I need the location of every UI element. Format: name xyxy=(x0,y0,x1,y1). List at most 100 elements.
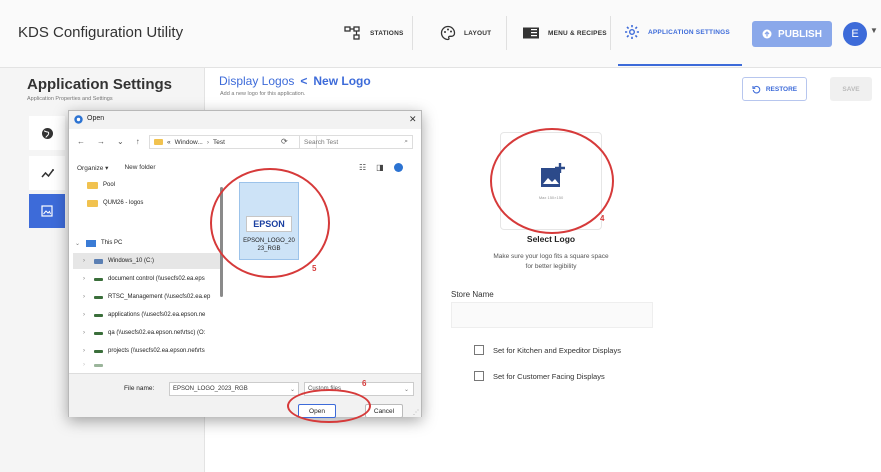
help-icon[interactable] xyxy=(393,163,403,172)
globe-icon xyxy=(41,127,53,139)
preview-pane-icon[interactable]: ◨ xyxy=(376,163,384,172)
nav-application-settings[interactable]: APPLICATION SETTINGS xyxy=(618,0,742,66)
expand-caret-icon: › xyxy=(83,258,85,264)
tree-item-qum26[interactable]: QUM26 - logos xyxy=(87,195,225,211)
path-chevron: › xyxy=(206,138,209,146)
folder-icon xyxy=(87,199,98,207)
file-name-field-label: File name: xyxy=(124,385,155,392)
annotation-number: 4 xyxy=(600,214,605,223)
up-arrow-icon[interactable]: ↑ xyxy=(136,137,140,146)
select-logo-heading: Select Logo xyxy=(526,234,576,244)
file-name-value: EPSON_LOGO_2023_RGB xyxy=(173,386,248,392)
chrome-icon xyxy=(74,115,83,124)
breadcrumb-separator: < xyxy=(300,74,308,88)
sidebar-tab-analytics[interactable] xyxy=(29,156,65,190)
network-drive-icon xyxy=(94,277,103,281)
tree-item-label: projects (\\usecfs02.ea.epson.net\rts xyxy=(108,348,205,354)
expand-caret-icon: › xyxy=(83,276,85,282)
tree-item-windows-drive[interactable]: › Windows_10 (C:) xyxy=(73,253,221,269)
breadcrumb-parent[interactable]: Display Logos xyxy=(219,74,294,88)
network-drive-icon xyxy=(94,295,103,299)
folder-icon xyxy=(154,139,163,145)
annotation-ring-file xyxy=(210,168,330,278)
new-folder-button[interactable]: New folder xyxy=(124,164,155,172)
path-segment[interactable]: Window... xyxy=(175,139,203,146)
chevron-down-icon[interactable]: ▼ xyxy=(870,26,878,35)
tree-item-label: document control (\\usecfs02.ea.eps xyxy=(108,276,205,282)
stations-icon xyxy=(344,26,360,40)
address-bar[interactable]: « Window... › Test xyxy=(149,135,317,149)
save-button[interactable]: SAVE xyxy=(830,77,872,101)
sidebar-subtitle: Application Properties and Settings xyxy=(27,96,113,102)
tree-item-network-drive[interactable]: › qa (\\usecfs02.ea.epson.net\rtsc) (O: xyxy=(83,325,225,341)
dialog-title: Open xyxy=(87,115,105,122)
publish-button[interactable]: PUBLISH xyxy=(752,21,832,47)
tree-item-label: RTSC_Management (\\usecfs02.ea.ep xyxy=(108,294,211,300)
avatar[interactable]: E xyxy=(843,22,867,46)
annotation-ring-logo-box xyxy=(490,128,614,234)
back-arrow-icon[interactable]: ← xyxy=(77,137,85,146)
publish-label: PUBLISH xyxy=(778,28,822,40)
sidebar-tab-logos[interactable] xyxy=(29,194,65,228)
nav-application-settings-label: APPLICATION SETTINGS xyxy=(648,28,730,36)
annotation-number: 6 xyxy=(362,379,367,388)
nav-menu-recipes[interactable]: MENU & RECIPES xyxy=(516,0,613,66)
restore-button[interactable]: RESTORE xyxy=(742,77,807,101)
tree-item-pool[interactable]: Pool ✎ xyxy=(87,177,225,193)
tree-item-network-drive[interactable]: › projects (\\usecfs02.ea.epson.net\rts xyxy=(83,343,225,359)
page-subtitle: Add a new logo for this application. xyxy=(220,91,306,97)
top-bar: KDS Configuration Utility STATIONS LAYOU… xyxy=(0,0,881,68)
restore-label: RESTORE xyxy=(765,85,798,93)
kitchen-displays-option[interactable]: Set for Kitchen and Expeditor Displays xyxy=(474,345,621,355)
view-options-icon[interactable]: ☷ xyxy=(359,163,366,172)
customer-displays-option[interactable]: Set for Customer Facing Displays xyxy=(474,371,605,381)
nav-divider xyxy=(412,16,413,50)
nav-stations-label: STATIONS xyxy=(370,29,404,37)
organize-menu[interactable]: Organize ▾ xyxy=(77,164,108,172)
palette-icon xyxy=(440,25,456,41)
refresh-icon[interactable]: ⟳ xyxy=(281,137,288,146)
path-segment[interactable]: Test xyxy=(213,139,225,146)
network-drive-icon xyxy=(94,349,103,353)
nav-layout-label: LAYOUT xyxy=(464,29,492,37)
dialog-toolbar: Organize ▾ New folder xyxy=(77,164,156,172)
tree-item-network-drive[interactable]: › xyxy=(83,361,225,369)
tree-item-this-pc[interactable]: ⌄ This PC xyxy=(75,235,223,251)
sidebar-tab-globe[interactable] xyxy=(29,116,65,150)
store-name-label: Store Name xyxy=(451,290,494,299)
tree-item-network-drive[interactable]: › RTSC_Management (\\usecfs02.ea.ep xyxy=(83,289,225,305)
forward-arrow-icon[interactable]: → xyxy=(97,137,105,146)
nav-stations[interactable]: STATIONS xyxy=(338,0,410,66)
tree-item-label: Pool xyxy=(103,182,116,188)
annotation-ring-open-button xyxy=(287,389,371,423)
expand-caret-icon: ⌄ xyxy=(75,240,81,247)
file-name-input[interactable]: EPSON_LOGO_2023_RGB ⌄ xyxy=(169,382,299,396)
customer-displays-label: Set for Customer Facing Displays xyxy=(493,371,605,381)
store-name-input[interactable] xyxy=(451,302,653,328)
search-placeholder: Search Test xyxy=(304,138,339,146)
chevron-down-icon[interactable]: ⌄ xyxy=(290,386,295,393)
tree-item-label: Windows_10 (C:) xyxy=(108,258,155,264)
chevron-down-icon: ⌄ xyxy=(403,386,409,393)
tree-item-label: qa (\\usecfs02.ea.epson.net\rtsc) (O: xyxy=(108,330,206,336)
app-title: KDS Configuration Utility xyxy=(18,24,184,41)
nav-menu-recipes-label: MENU & RECIPES xyxy=(548,29,607,37)
sidebar-title: Application Settings xyxy=(27,76,173,93)
close-icon[interactable]: ✕ xyxy=(409,114,417,125)
computer-icon xyxy=(86,239,96,247)
tree-item-network-drive[interactable]: › applications (\\usecfs02.ea.epson.ne xyxy=(83,307,225,323)
kitchen-displays-checkbox[interactable] xyxy=(474,345,484,355)
tree-item-label: applications (\\usecfs02.ea.epson.ne xyxy=(108,312,206,318)
kitchen-displays-label: Set for Kitchen and Expeditor Displays xyxy=(493,345,621,355)
nav-layout[interactable]: LAYOUT xyxy=(434,0,497,66)
annotation-number: 5 xyxy=(312,264,317,273)
network-drive-icon xyxy=(94,331,103,335)
customer-displays-checkbox[interactable] xyxy=(474,371,484,381)
breadcrumb-current: New Logo xyxy=(313,74,371,88)
search-box[interactable]: Search Test ⌕ xyxy=(299,135,413,149)
analytics-icon xyxy=(40,168,54,177)
resize-grip-icon[interactable]: ⋰ xyxy=(413,409,419,416)
tree-item-network-drive[interactable]: › document control (\\usecfs02.ea.eps xyxy=(83,271,225,287)
network-drive-icon xyxy=(94,363,103,367)
recent-chevron-icon[interactable]: ⌄ xyxy=(117,137,124,146)
